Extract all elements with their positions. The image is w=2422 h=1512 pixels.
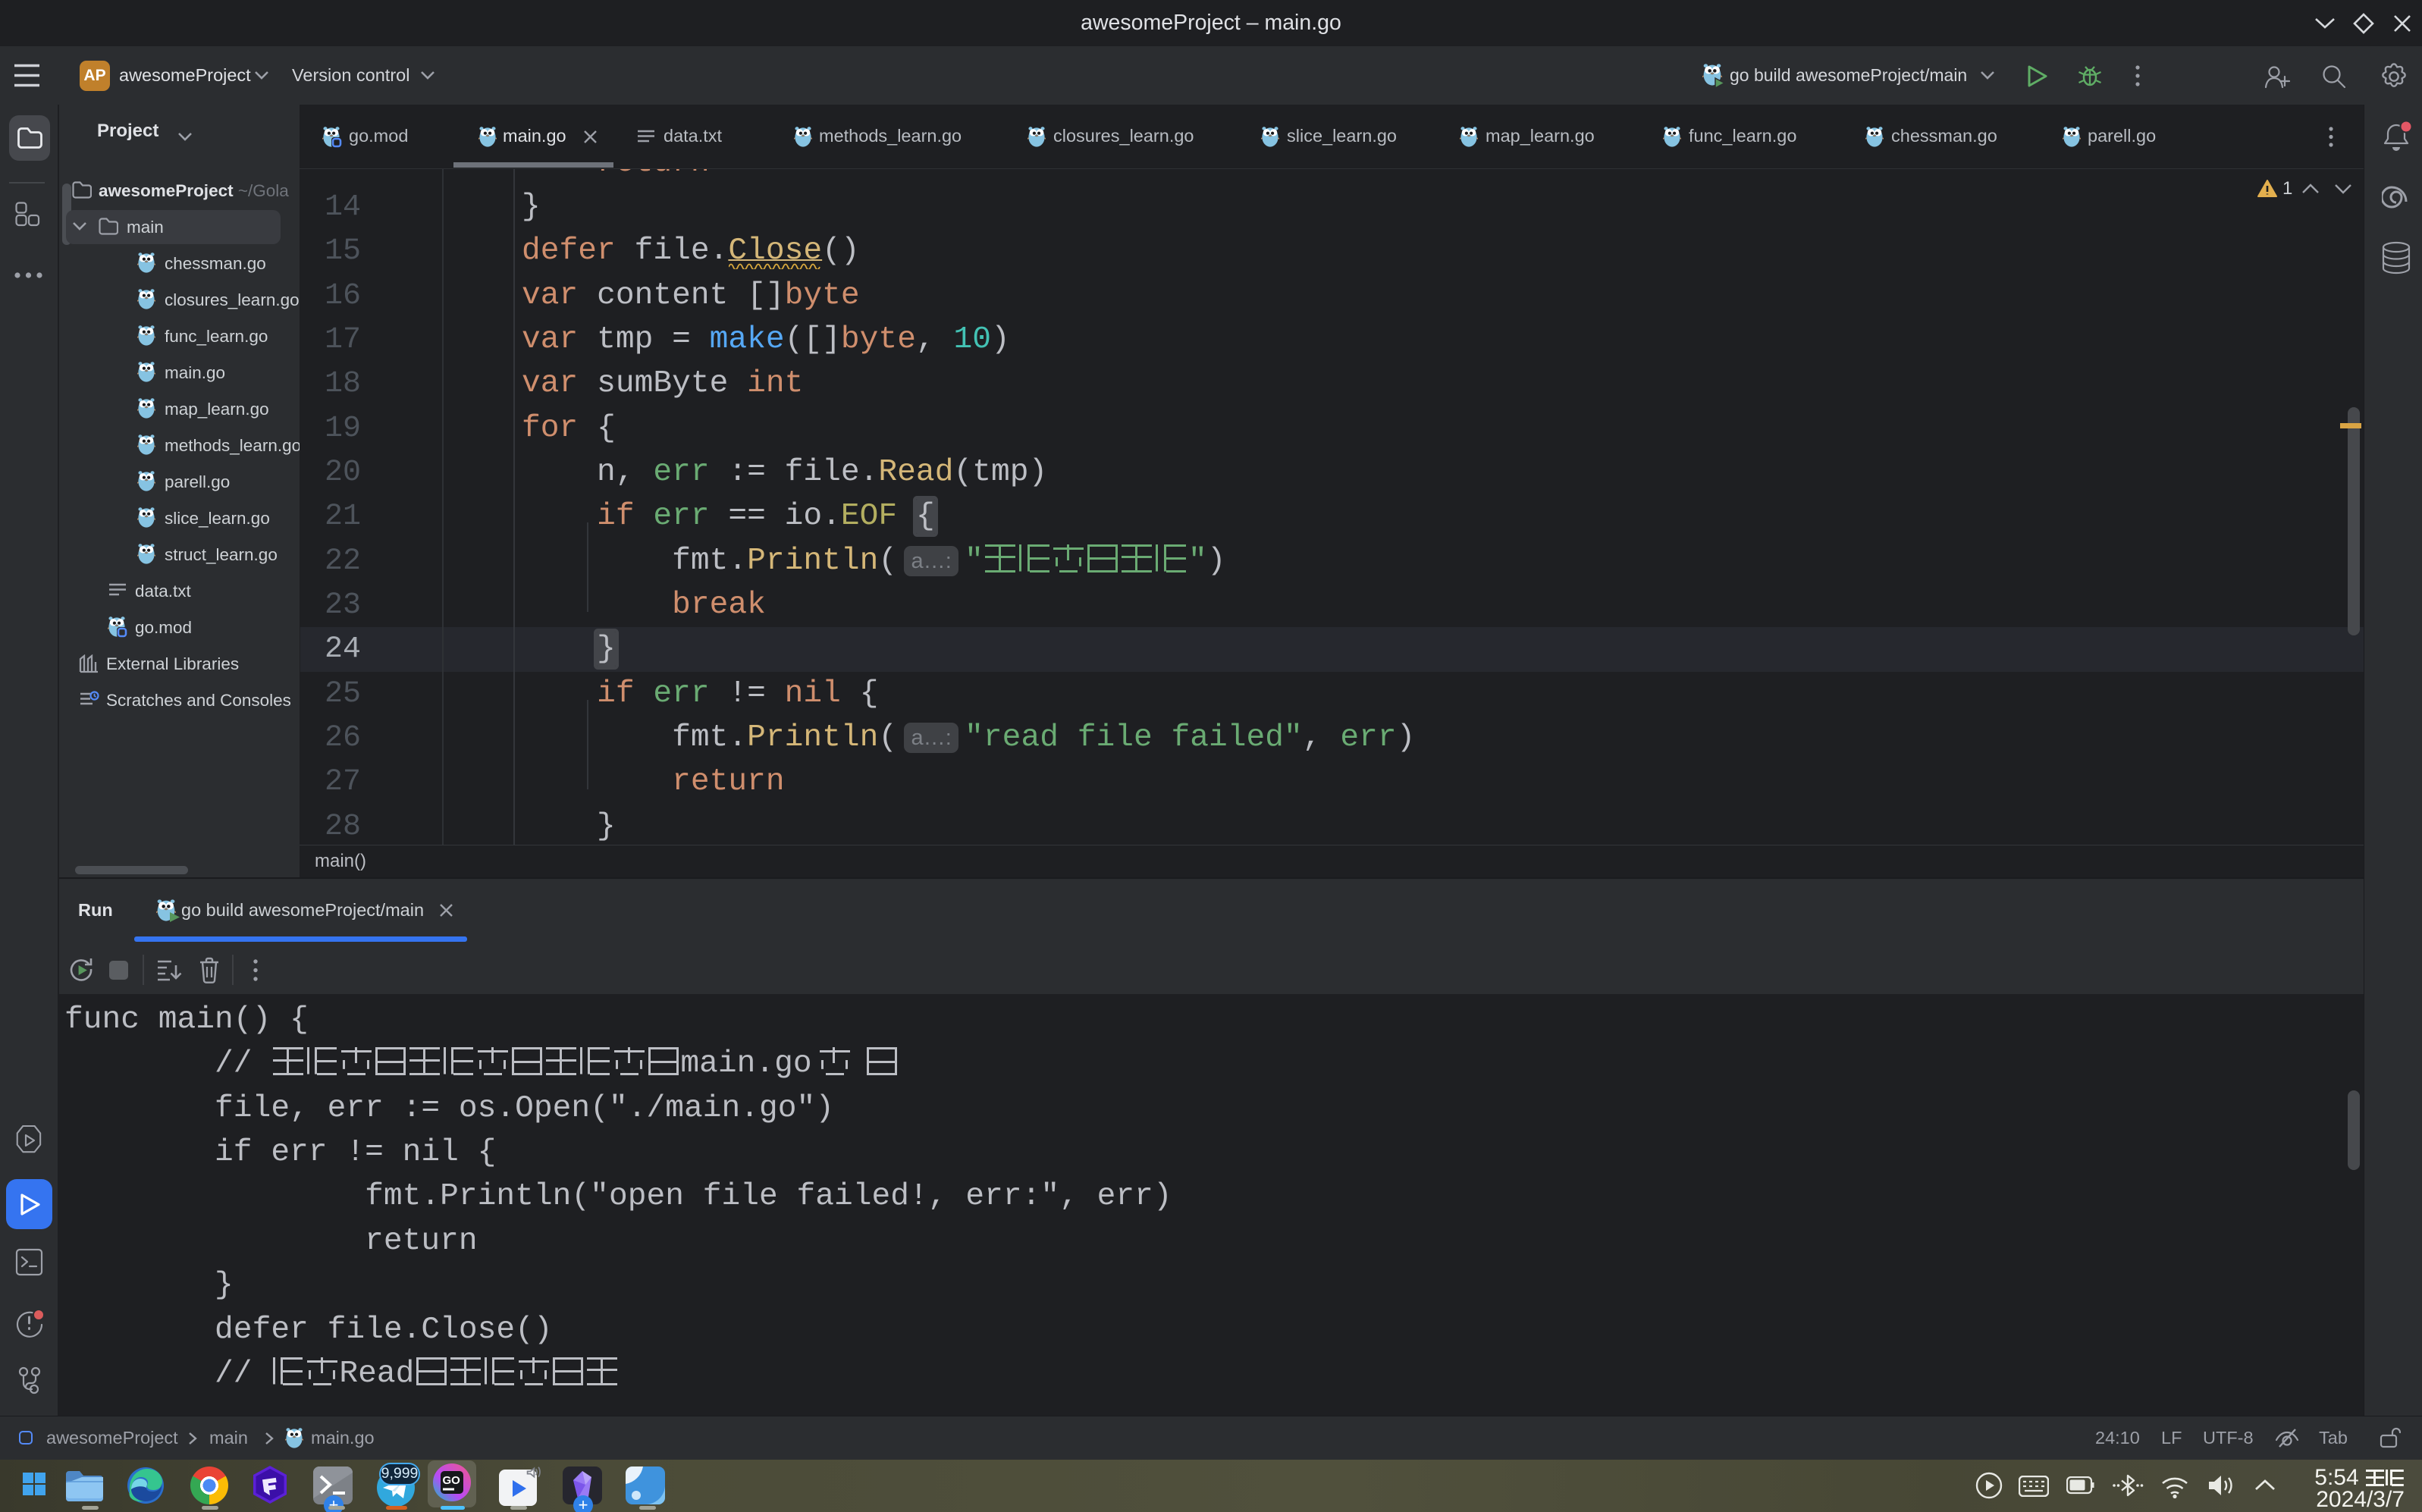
svg-text:GO: GO [443, 1474, 461, 1487]
